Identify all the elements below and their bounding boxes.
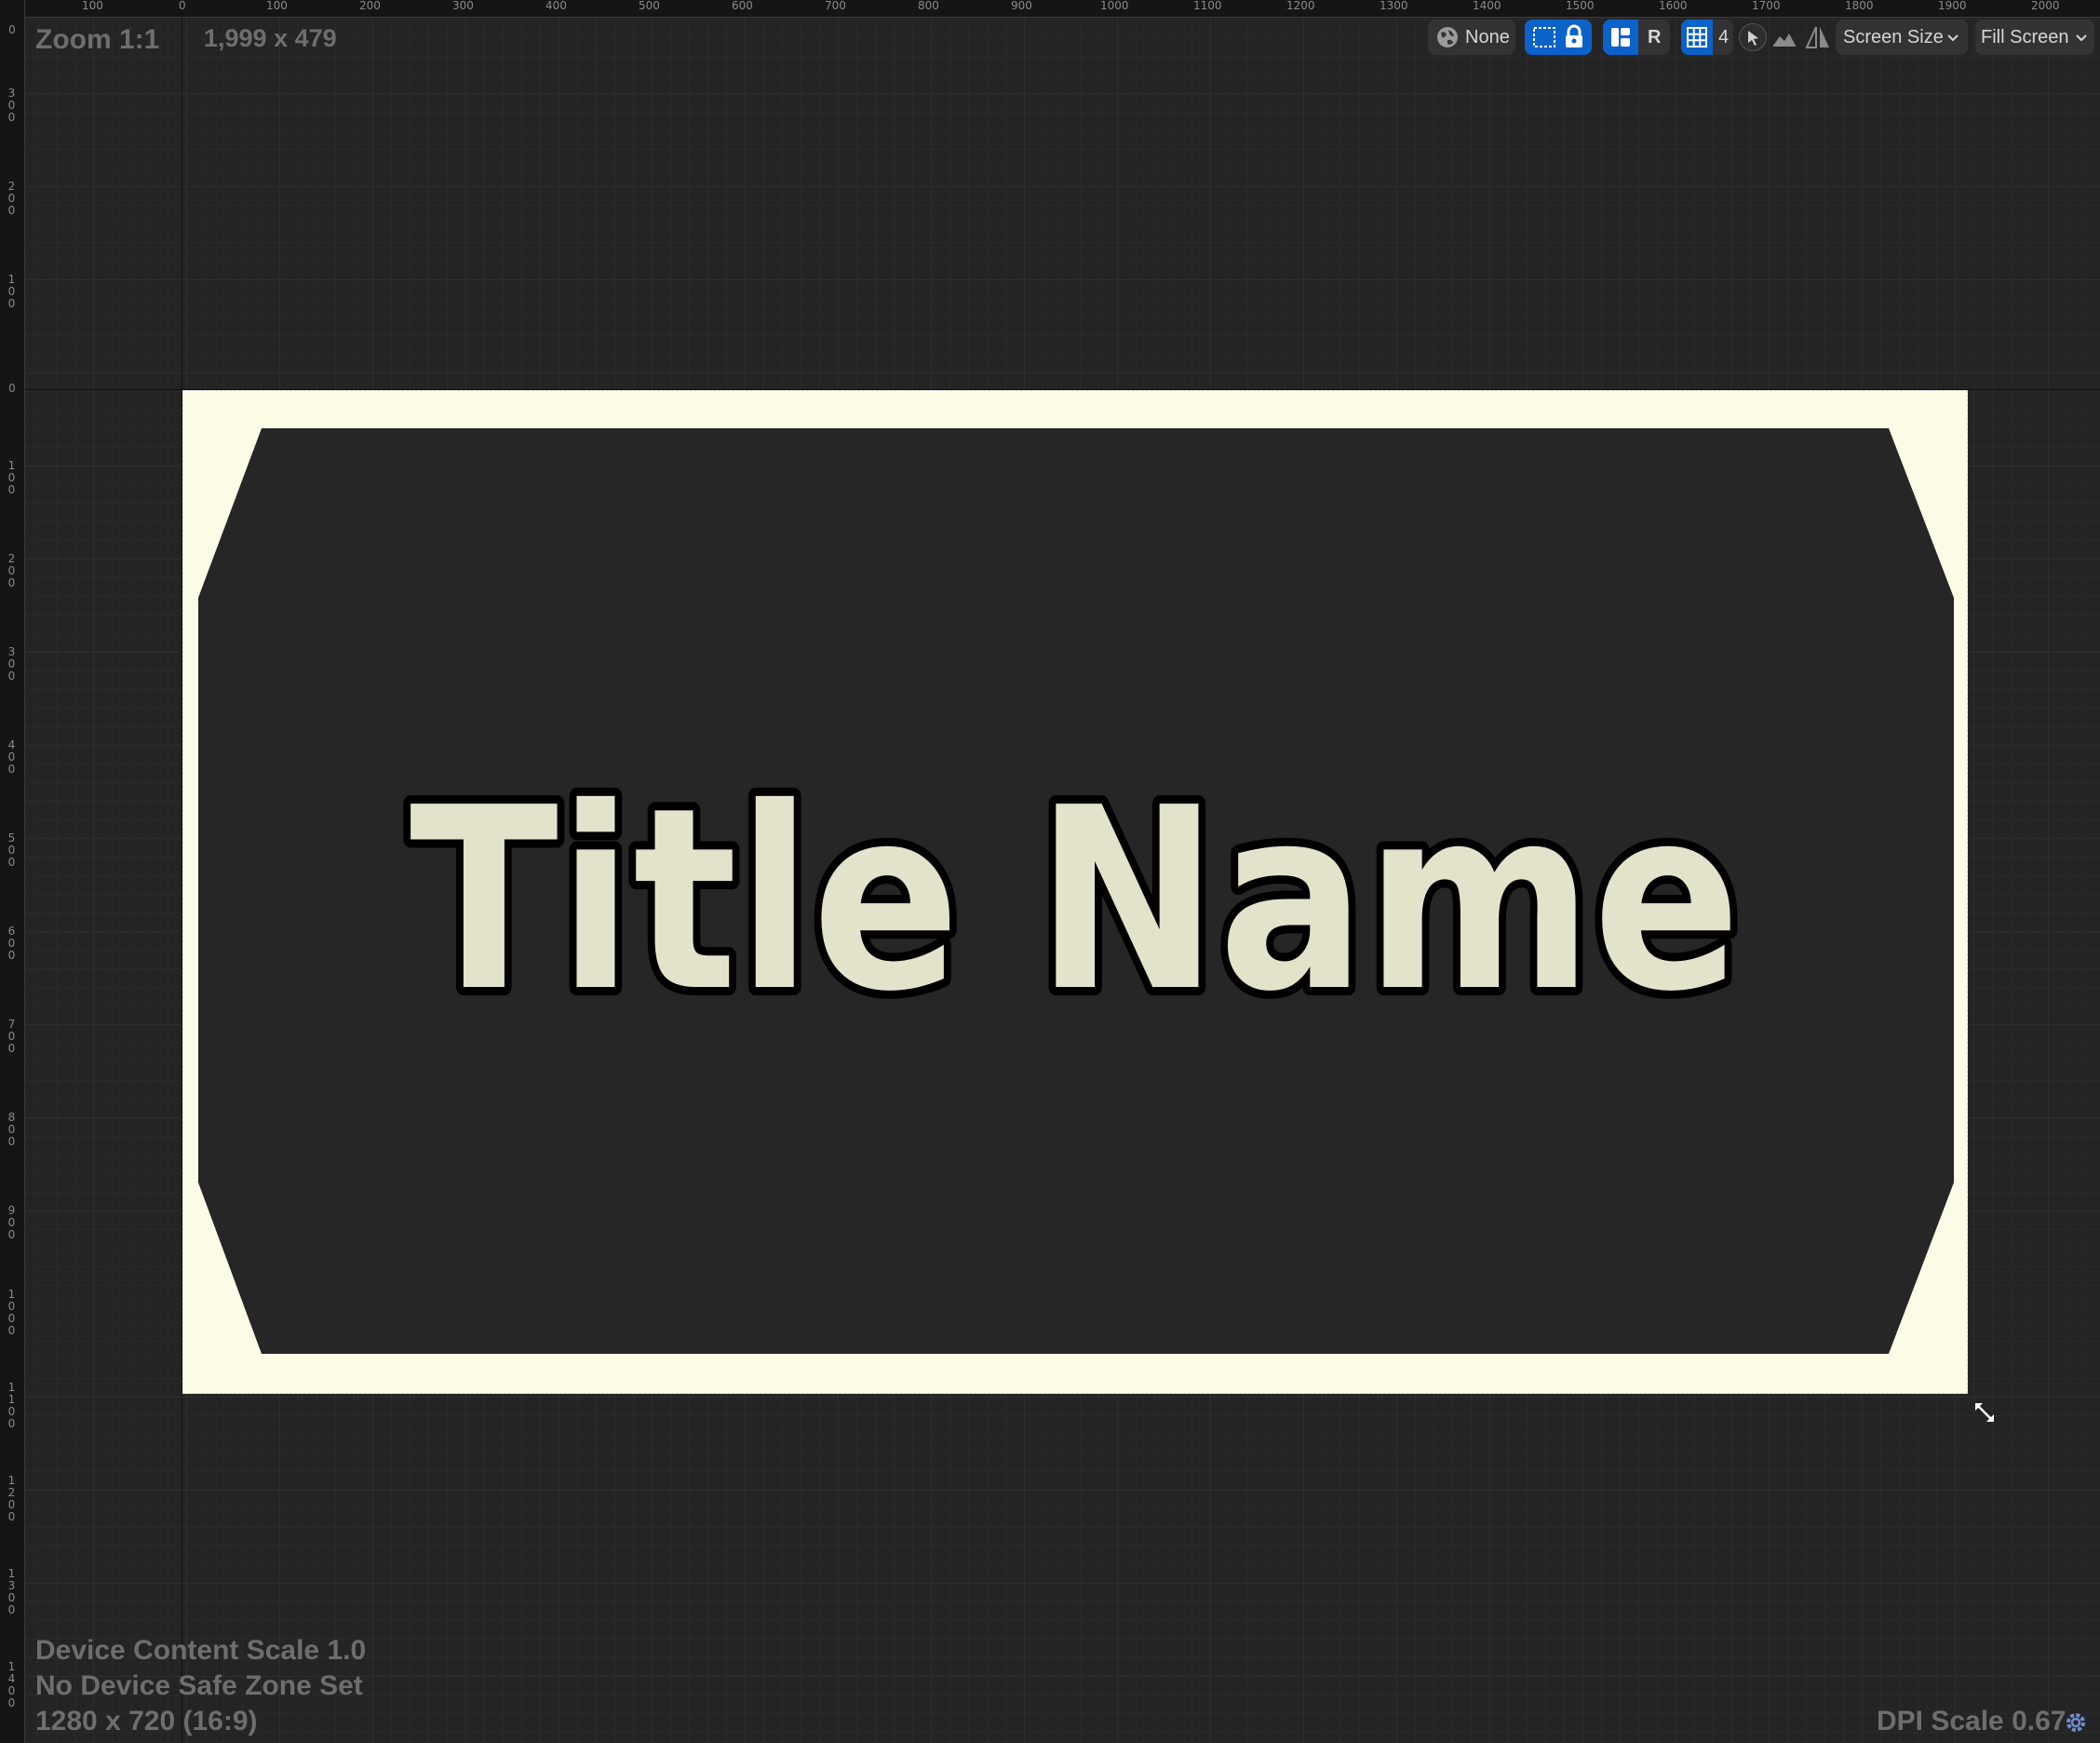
widget-preview[interactable]: Title Name Title Name (182, 390, 1968, 1394)
dpi-scale-label: DPI Scale 0.67 (1877, 1706, 2066, 1736)
ruler-label: 700 (825, 0, 846, 12)
ruler-label: 300 (452, 0, 474, 12)
cursor-toggle-button[interactable] (1739, 23, 1767, 51)
ruler-corner (0, 0, 24, 17)
top-ruler[interactable]: 100 0 100 200 300 400 500 600 700 800 90… (0, 0, 2100, 18)
ruler-label: 1400 (1473, 0, 1501, 12)
ruler-label: 200 (7, 180, 16, 217)
safe-zone-label: No Device Safe Zone Set (35, 1670, 363, 1701)
ruler-label: 800 (7, 1111, 16, 1148)
ruler-label: 100 (7, 459, 16, 496)
grid-icon (1687, 27, 1707, 47)
mirror-icon[interactable] (1804, 23, 1832, 51)
layout-button[interactable] (1603, 20, 1638, 55)
ruler-label: 900 (7, 1204, 16, 1241)
resolution-label: 1280 x 720 (16:9) (35, 1706, 258, 1736)
selection-toggle-group (1525, 20, 1592, 55)
ruler-label: 1000 (7, 1288, 16, 1337)
cursor-icon (1748, 31, 1758, 46)
ruler-label: 200 (7, 552, 16, 589)
r-toggle-button[interactable]: R (1648, 20, 1661, 55)
chevron-down-icon (2076, 34, 2087, 42)
ruler-label: 600 (7, 925, 16, 962)
screen-size-label: Screen Size (1843, 27, 1944, 47)
resize-icon[interactable] (1972, 1399, 1998, 1425)
ruler-label: 700 (7, 1018, 16, 1055)
grid-size-value[interactable]: 4 (1718, 20, 1729, 55)
ruler-label: 1000 (1100, 0, 1129, 12)
ruler-label: 0 (8, 23, 16, 36)
ruler-label: 100 (266, 0, 288, 12)
ruler-label: 500 (7, 831, 16, 869)
ruler-label: 600 (732, 0, 753, 12)
ruler-label: 900 (1011, 0, 1032, 12)
settings-gear-icon[interactable] (2063, 1709, 2089, 1736)
layout-toggle-group: R (1603, 20, 1670, 55)
ruler-label: 300 (7, 645, 16, 682)
ruler-label: 1400 (7, 1660, 16, 1709)
ruler-label: 500 (639, 0, 660, 12)
grid-snap-button[interactable] (1681, 20, 1713, 55)
ruler-label: 1100 (7, 1381, 16, 1430)
ruler-label: 1700 (1752, 0, 1781, 12)
ruler-label: 1200 (7, 1474, 16, 1523)
ruler-label: 100 (82, 0, 103, 12)
title-text: Title Name (410, 753, 1741, 1047)
ruler-label: 1300 (7, 1567, 16, 1616)
left-ruler[interactable]: 0 300 200 100 0 100 200 300 400 500 600 … (0, 0, 25, 1743)
fill-screen-dropdown[interactable]: Fill Screen (1975, 20, 2094, 55)
ruler-label: 300 (7, 87, 16, 124)
canvas-size-label: 1,999 x 479 (204, 24, 337, 52)
grid-snap-group: 4 (1681, 20, 1733, 55)
globe-icon (1437, 27, 1458, 47)
localization-preview-button[interactable]: None (1428, 20, 1515, 55)
ruler-label: 400 (7, 738, 16, 776)
ruler-label: 800 (918, 0, 939, 12)
image-icon[interactable] (1770, 25, 1798, 49)
ruler-label: 400 (545, 0, 567, 12)
ruler-label: 100 (7, 273, 16, 310)
ruler-label: 1600 (1659, 0, 1688, 12)
ruler-label: 200 (359, 0, 381, 12)
layout-icon (1611, 28, 1630, 47)
ruler-label: 0 (179, 0, 186, 12)
ruler-label: 1200 (1286, 0, 1315, 12)
select-icon[interactable] (1530, 23, 1558, 51)
ruler-label: 0 (8, 382, 16, 395)
ruler-label: 1500 (1566, 0, 1595, 12)
ruler-label: 1900 (1938, 0, 1967, 12)
ruler-label: 1800 (1845, 0, 1874, 12)
ruler-label: 2000 (2031, 0, 2060, 12)
chevron-down-icon (1947, 34, 1959, 42)
screen-size-dropdown[interactable]: Screen Size (1836, 20, 1968, 55)
ruler-label: 1300 (1380, 0, 1408, 12)
device-content-scale-label: Device Content Scale 1.0 (35, 1635, 367, 1666)
lock-icon[interactable] (1562, 24, 1586, 50)
zoom-label: Zoom 1:1 (35, 24, 160, 55)
localization-label: None (1465, 27, 1510, 47)
title-text-graphic: Title Name Title Name (401, 745, 1749, 1055)
fill-screen-label: Fill Screen (1981, 27, 2069, 47)
ruler-label: 1100 (1193, 0, 1222, 12)
